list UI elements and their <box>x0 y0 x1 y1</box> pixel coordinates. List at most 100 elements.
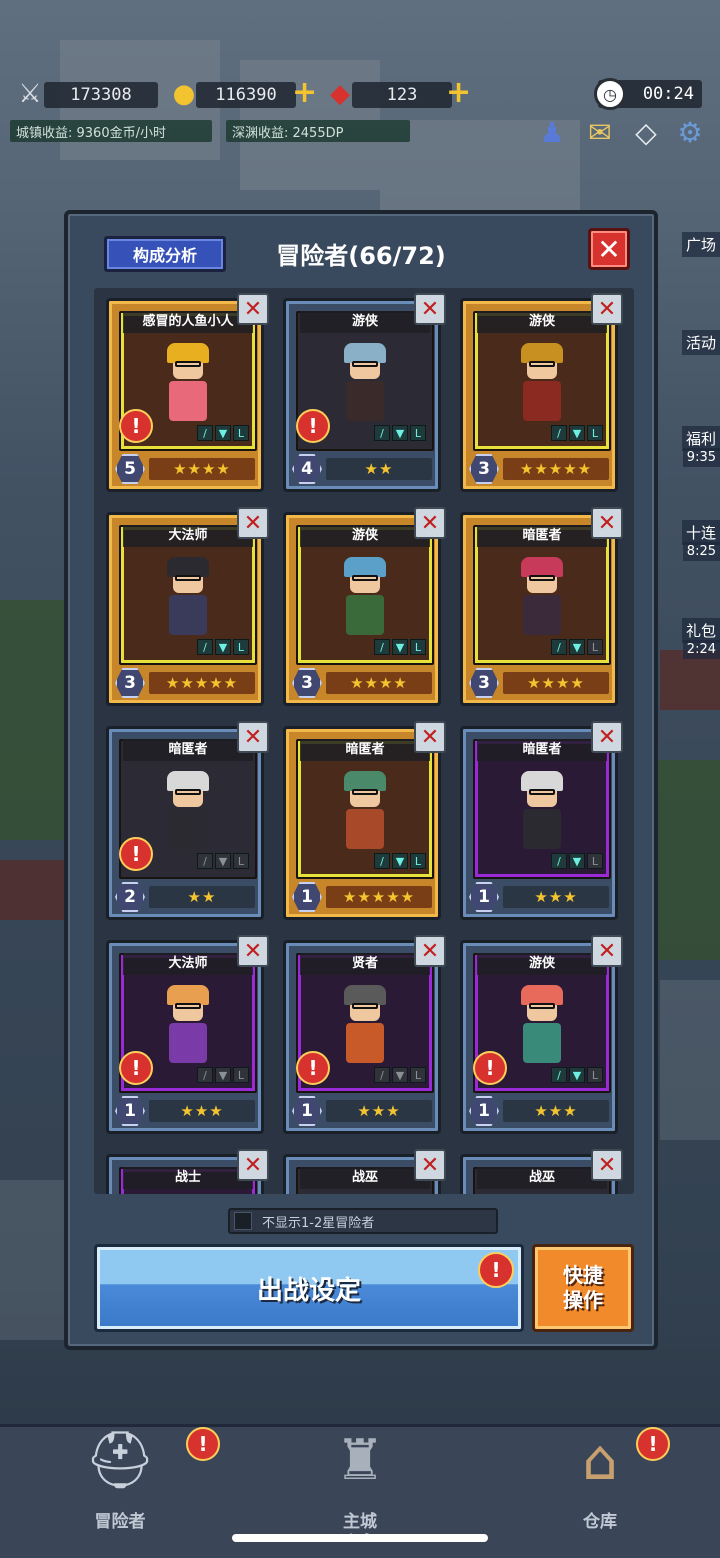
adventurer-grid[interactable]: 感冒的人鱼小人 / ▼ L 5 ★★★★! ✕ 游侠 / ▼ L 4 ★★! ✕ 游侠 / ▼ L 3 ★★★★★ ✕ 大… <box>94 288 634 1194</box>
level-badge: 1 <box>469 1096 499 1126</box>
boots-slot-icon: L <box>233 853 249 869</box>
weapon-slot-icon: / <box>197 1067 213 1083</box>
adventurer-card[interactable]: 暗匿者 / ▼ L 1 ★★★★★ ✕ <box>283 721 446 920</box>
armor-slot-icon: ▼ <box>215 425 231 441</box>
adventurer-card[interactable]: 大法师 / ▼ L 1 ★★★! ✕ <box>106 935 269 1134</box>
dismiss-adventurer-icon[interactable]: ✕ <box>591 293 623 325</box>
hide-low-star-toggle[interactable]: 不显示1-2星冒险者 <box>228 1208 498 1234</box>
dismiss-adventurer-icon[interactable]: ✕ <box>414 1149 446 1181</box>
equipment-slots: / ▼ L <box>197 853 249 869</box>
adventurer-card[interactable]: 战巫 ✕ <box>460 1149 623 1194</box>
deploy-settings-button[interactable]: 出战设定 <box>94 1244 524 1332</box>
side-label-plaza[interactable]: 广场 <box>681 232 720 257</box>
level-badge: 3 <box>115 668 145 698</box>
dismiss-adventurer-icon[interactable]: ✕ <box>237 935 269 967</box>
adventurer-card[interactable]: 战士 ✕ <box>106 1149 269 1194</box>
dismiss-adventurer-icon[interactable]: ✕ <box>237 1149 269 1181</box>
adventurer-card[interactable]: 游侠 / ▼ L 1 ★★★! ✕ <box>460 935 623 1134</box>
boots-slot-icon: L <box>233 1067 249 1083</box>
dismiss-adventurer-icon[interactable]: ✕ <box>414 507 446 539</box>
checkbox[interactable] <box>234 1212 252 1230</box>
class-label: 暗匿者 <box>477 525 607 547</box>
quick-actions-button[interactable]: 快捷 操作 <box>532 1244 634 1332</box>
class-label: 战士 <box>123 1167 253 1189</box>
dismiss-adventurer-icon[interactable]: ✕ <box>414 721 446 753</box>
star-rating: ★★★ <box>503 886 609 908</box>
class-label: 游侠 <box>477 953 607 975</box>
armor-slot-icon: ▼ <box>392 425 408 441</box>
home-indicator[interactable] <box>232 1534 488 1542</box>
card-footer: 5 ★★★★ <box>115 454 255 484</box>
gem-value: 123 <box>352 82 452 108</box>
armor-slot-icon: ▼ <box>392 639 408 655</box>
compass-icon[interactable]: ◇ <box>626 112 666 152</box>
star-rating: ★★★★★ <box>149 672 255 694</box>
card-footer: 2 ★★ <box>115 882 255 912</box>
dismiss-adventurer-icon[interactable]: ✕ <box>237 507 269 539</box>
adventurer-card[interactable]: 暗匿者 / ▼ L 1 ★★★ ✕ <box>460 721 623 920</box>
armor-slot-icon: ▼ <box>392 1067 408 1083</box>
boots-slot-icon: L <box>587 1067 603 1083</box>
class-label: 暗匿者 <box>123 739 253 761</box>
weapon-slot-icon: / <box>551 1067 567 1083</box>
dismiss-adventurer-icon[interactable]: ✕ <box>591 935 623 967</box>
adventurer-card[interactable]: 游侠 / ▼ L 3 ★★★★★ ✕ <box>460 293 623 492</box>
close-button[interactable]: ✕ <box>588 228 630 270</box>
nav-warehouse[interactable]: ⌂ ! 仓库 <box>480 1427 720 1558</box>
gold-coin-icon: ● <box>172 79 196 109</box>
nav-label: 仓库 <box>583 1512 617 1532</box>
add-gold-button[interactable]: + <box>292 78 317 108</box>
armor-slot-icon: ▼ <box>215 639 231 655</box>
dismiss-adventurer-icon[interactable]: ✕ <box>591 507 623 539</box>
boots-slot-icon: L <box>587 425 603 441</box>
adventurer-card[interactable]: 感冒的人鱼小人 / ▼ L 5 ★★★★! ✕ <box>106 293 269 492</box>
gear-icon[interactable]: ⚙ <box>670 112 710 152</box>
side-label-events[interactable]: 活动 <box>681 330 720 355</box>
class-label: 暗匿者 <box>300 739 430 761</box>
weapon-slot-icon: / <box>197 853 213 869</box>
dismiss-adventurer-icon[interactable]: ✕ <box>237 293 269 325</box>
add-gem-button[interactable]: + <box>446 78 471 108</box>
level-badge: 3 <box>469 454 499 484</box>
equipment-slots: / ▼ L <box>551 1067 603 1083</box>
armor-slot-icon: ▼ <box>569 639 585 655</box>
class-label: 战巫 <box>300 1167 430 1189</box>
dismiss-adventurer-icon[interactable]: ✕ <box>414 293 446 325</box>
adventurer-card[interactable]: 大法师 / ▼ L 3 ★★★★★ ✕ <box>106 507 269 706</box>
adventurer-card[interactable]: 战巫 ✕ <box>283 1149 446 1194</box>
dismiss-adventurer-icon[interactable]: ✕ <box>591 721 623 753</box>
dismiss-adventurer-icon[interactable]: ✕ <box>237 721 269 753</box>
character-sprite <box>153 985 223 1075</box>
filter-label: 不显示1-2星冒险者 <box>262 1215 375 1231</box>
nav-adventurers[interactable]: ⛑ ! 冒险者 <box>0 1427 240 1558</box>
level-badge: 1 <box>469 882 499 912</box>
adventurer-card[interactable]: 暗匿者 / ▼ L 3 ★★★★ ✕ <box>460 507 623 706</box>
adventurer-card[interactable]: 暗匿者 / ▼ L 2 ★★! ✕ <box>106 721 269 920</box>
dismiss-adventurer-icon[interactable]: ✕ <box>414 935 446 967</box>
level-badge: 5 <box>115 454 145 484</box>
adventurer-card[interactable]: 贤者 / ▼ L 1 ★★★! ✕ <box>283 935 446 1134</box>
mail-bonus-icon[interactable]: ✉ <box>580 112 620 152</box>
squad-icon[interactable]: ♟ <box>532 112 572 152</box>
alert-icon: ! <box>119 409 153 443</box>
boots-slot-icon: L <box>410 425 426 441</box>
boots-slot-icon: L <box>587 853 603 869</box>
adventurer-card[interactable]: 游侠 / ▼ L 4 ★★! ✕ <box>283 293 446 492</box>
star-rating: ★★ <box>326 458 432 480</box>
equipment-slots: / ▼ L <box>374 425 426 441</box>
card-footer: 3 ★★★★★ <box>115 668 255 698</box>
star-rating: ★★ <box>149 886 255 908</box>
card-footer: 3 ★★★★ <box>292 668 432 698</box>
alert-icon: ! <box>473 1051 507 1085</box>
card-footer: 3 ★★★★★ <box>469 454 609 484</box>
adventurer-card[interactable]: 游侠 / ▼ L 3 ★★★★ ✕ <box>283 507 446 706</box>
class-label: 游侠 <box>300 525 430 547</box>
class-label: 贤者 <box>300 953 430 975</box>
dismiss-adventurer-icon[interactable]: ✕ <box>591 1149 623 1181</box>
clock-icon: ◷ <box>594 78 626 110</box>
card-footer: 1 ★★★ <box>469 882 609 912</box>
gold-value: 116390 <box>196 82 296 108</box>
level-badge: 1 <box>292 1096 322 1126</box>
boots-slot-icon: L <box>410 853 426 869</box>
boots-slot-icon: L <box>233 639 249 655</box>
